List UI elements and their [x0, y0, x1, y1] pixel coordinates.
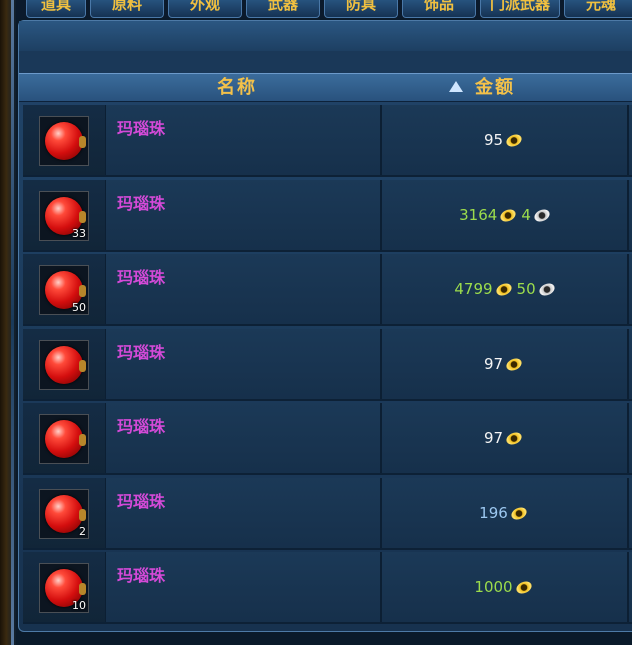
gold-amount: 97: [483, 355, 504, 373]
gold-coin-icon: [493, 280, 514, 298]
category-tabbar: 道具 原料 外观 武器 防具 饰品 门派武器 元魂: [16, 0, 632, 18]
left-frame-border: [0, 0, 16, 645]
silver-amount: 50: [516, 280, 536, 298]
item-name: 玛瑙珠: [117, 194, 166, 213]
item-quantity: 50: [72, 301, 86, 314]
list-item[interactable]: 2 玛瑙珠 196: [23, 478, 632, 550]
column-divider: [627, 403, 629, 473]
column-divider: [105, 180, 106, 250]
column-divider: [627, 180, 629, 250]
tab-accessories[interactable]: 饰品: [402, 0, 476, 18]
item-price: 3164 4: [382, 180, 627, 250]
item-slot[interactable]: [39, 340, 89, 390]
item-price: 1000: [382, 552, 627, 622]
red-gem-icon: [45, 495, 86, 533]
column-divider: [105, 329, 106, 399]
item-price: 97: [382, 329, 627, 399]
item-name: 玛瑙珠: [117, 119, 166, 138]
red-gem-icon: [45, 420, 86, 458]
red-gem-icon: [45, 346, 86, 384]
item-price: 196: [382, 478, 627, 548]
list-header: 名称 金额: [19, 73, 632, 102]
tab-armor[interactable]: 防具: [324, 0, 398, 18]
column-divider: [627, 105, 629, 175]
tab-weapons[interactable]: 武器: [246, 0, 320, 18]
item-name: 玛瑙珠: [117, 268, 166, 287]
tab-sect-weapons[interactable]: 门派武器: [480, 0, 560, 18]
gold-amount: 1000: [474, 578, 513, 596]
gold-amount: 97: [483, 429, 504, 447]
item-price: 97: [382, 403, 627, 473]
item-slot[interactable]: 33: [39, 191, 89, 241]
item-name: 玛瑙珠: [117, 343, 166, 362]
gold-coin-icon: [504, 131, 524, 149]
list-item[interactable]: 玛瑙珠 97: [23, 403, 632, 475]
tab-items[interactable]: 道具: [26, 0, 86, 18]
sort-ascending-icon: [449, 81, 463, 92]
item-slot[interactable]: 50: [39, 265, 89, 315]
column-divider: [105, 478, 106, 548]
column-divider: [627, 552, 629, 622]
tab-soul[interactable]: 元魂: [564, 0, 632, 18]
list-item[interactable]: 玛瑙珠 95: [23, 105, 632, 177]
list-item[interactable]: 33 玛瑙珠 3164 4: [23, 180, 632, 252]
gold-amount: 4799: [454, 280, 493, 298]
item-slot[interactable]: 2: [39, 489, 89, 539]
column-divider: [105, 254, 106, 324]
column-header-price-label: 金额: [475, 77, 515, 98]
item-price: 95: [382, 105, 627, 175]
list-item[interactable]: 50 玛瑙珠 4799 50: [23, 254, 632, 326]
item-slot[interactable]: 10: [39, 563, 89, 613]
list-item[interactable]: 玛瑙珠 97: [23, 329, 632, 401]
item-price: 4799 50: [382, 254, 627, 324]
silver-coin-icon: [532, 206, 552, 224]
column-divider: [627, 329, 629, 399]
column-divider: [105, 403, 106, 473]
gold-amount: 196: [479, 504, 508, 522]
item-rows: 玛瑙珠 95 33 玛瑙珠 3164 4 50 玛瑙珠 4799 50 玛瑙珠 97 玛瑙珠 97 2 玛瑙珠…: [23, 105, 632, 629]
panel-sub-strip: [19, 51, 632, 73]
item-quantity: 10: [72, 599, 86, 612]
column-divider: [627, 254, 629, 324]
column-divider: [105, 552, 106, 622]
column-divider: [627, 478, 629, 548]
item-name: 玛瑙珠: [117, 492, 166, 511]
silver-amount: 4: [521, 206, 531, 224]
tab-appearance[interactable]: 外观: [168, 0, 242, 18]
gold-coin-icon: [504, 355, 524, 373]
item-name: 玛瑙珠: [117, 566, 166, 585]
silver-coin-icon: [537, 280, 557, 298]
column-divider: [105, 105, 106, 175]
column-header-price[interactable]: 金额: [449, 74, 515, 102]
panel-top-strip: [19, 21, 632, 51]
red-gem-icon: [45, 122, 86, 160]
item-quantity: 33: [72, 227, 86, 240]
gold-amount: 3164: [459, 206, 498, 224]
column-header-name[interactable]: 名称: [217, 74, 257, 102]
list-item[interactable]: 10 玛瑙珠 1000: [23, 552, 632, 624]
item-name: 玛瑙珠: [117, 417, 166, 436]
gold-coin-icon: [504, 429, 524, 447]
item-slot[interactable]: [39, 116, 89, 166]
gold-coin-icon: [509, 504, 529, 522]
gold-coin-icon: [514, 578, 534, 596]
item-quantity: 2: [79, 525, 86, 538]
item-list-panel: 名称 金额 玛瑙珠 95 33 玛瑙珠 3164 4 50 玛瑙珠 4799 50 玛瑙珠 97 玛瑙珠…: [18, 20, 632, 632]
tab-materials[interactable]: 原料: [90, 0, 164, 18]
item-slot[interactable]: [39, 414, 89, 464]
gold-amount: 95: [483, 131, 504, 149]
gold-coin-icon: [498, 206, 518, 224]
